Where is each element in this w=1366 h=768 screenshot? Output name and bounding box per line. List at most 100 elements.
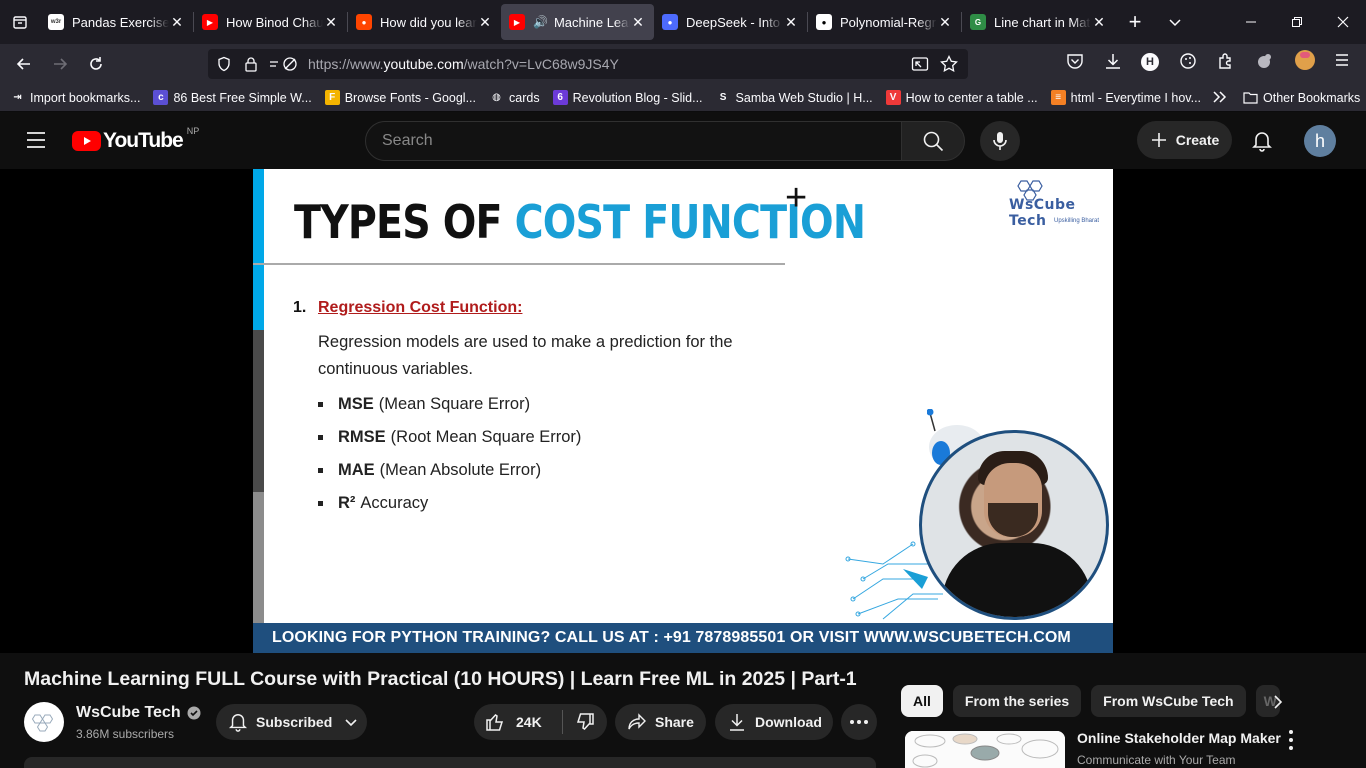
downloads-icon[interactable]	[1104, 52, 1122, 75]
close-tab-icon[interactable]: ✕	[169, 14, 185, 31]
browser-tab[interactable]: w3r Pandas Exercises, P✕	[40, 4, 193, 40]
browser-tab[interactable]: ● DeepSeek - Into th✕	[654, 4, 807, 40]
subscribed-button[interactable]: Subscribed	[216, 704, 367, 740]
url-text[interactable]: https://www.youtube.com/watch?v=LvC68w9J…	[308, 56, 619, 72]
bookmark-item[interactable]: V How to center a table ...	[885, 90, 1038, 105]
reload-icon[interactable]	[78, 48, 114, 80]
close-tab-icon[interactable]: ✕	[783, 14, 799, 31]
google-fonts-icon: F	[324, 90, 340, 105]
subscriber-count: 3.86M subscribers	[76, 727, 175, 741]
recommendation-thumbnail[interactable]	[905, 731, 1065, 768]
browser-tab[interactable]: ▶ 🔊 Machine Learn✕	[501, 4, 654, 40]
speaker-audio-icon[interactable]: 🔊	[533, 15, 548, 29]
create-button[interactable]: Create	[1137, 121, 1232, 159]
back-arrow-icon[interactable]	[6, 48, 42, 80]
close-tab-icon[interactable]: ✕	[323, 14, 339, 31]
recommendation-more-icon[interactable]	[1282, 728, 1300, 752]
extensions-puzzle-icon[interactable]	[1217, 52, 1235, 75]
share-button[interactable]: Share	[615, 704, 706, 740]
browser-tab[interactable]: ● Polynomial-Regre ✕	[808, 4, 961, 40]
lock-icon[interactable]	[244, 56, 258, 72]
more-actions-button[interactable]	[841, 704, 877, 740]
close-tab-icon[interactable]: ✕	[630, 14, 646, 31]
share-label: Share	[655, 714, 694, 730]
tab-list-icon[interactable]	[0, 0, 40, 44]
browser-tab[interactable]: ● How did you learn ✕	[348, 4, 501, 40]
notifications-bell-icon[interactable]	[1246, 125, 1278, 157]
search-button[interactable]	[901, 121, 965, 161]
chips-next-arrow-icon[interactable]	[1262, 686, 1294, 718]
restore-window-icon[interactable]	[1274, 0, 1320, 44]
section-heading: Regression Cost Function:	[318, 299, 523, 316]
title-underline	[253, 263, 785, 265]
youtube-logo[interactable]: YouTube NP	[72, 126, 199, 153]
dislike-button[interactable]	[563, 712, 607, 732]
item-acronym: MSE	[338, 395, 374, 413]
filter-chip[interactable]: All	[901, 685, 943, 717]
tab-title: Machine Learn	[553, 14, 630, 30]
vivaldi-icon: V	[885, 90, 901, 105]
bookmark-item[interactable]: ≡ html - Everytime I hov...	[1050, 90, 1201, 105]
tracking-shield-icon[interactable]	[216, 56, 232, 72]
other-bookmarks-label: Other Bookmarks	[1263, 90, 1361, 105]
close-tab-icon[interactable]: ✕	[477, 14, 493, 31]
app-menu-icon[interactable]	[1334, 52, 1350, 73]
h-extension-icon[interactable]: H	[1141, 53, 1159, 71]
addon-icon[interactable]	[1255, 52, 1273, 75]
bookmark-item[interactable]: S Samba Web Studio | H...	[716, 90, 873, 105]
forward-arrow-icon[interactable]	[42, 48, 78, 80]
list-all-tabs-icon[interactable]	[1155, 15, 1195, 29]
picture-in-picture-icon[interactable]	[911, 56, 929, 72]
video-frame-slide[interactable]: TYPES OF COST FUNCTION + WsCube Tech Ups…	[253, 169, 1113, 653]
pocket-icon[interactable]	[1066, 52, 1084, 75]
bookmark-star-icon[interactable]	[940, 55, 958, 73]
close-tab-icon[interactable]: ✕	[1091, 14, 1107, 31]
bookmark-item[interactable]: F Browse Fonts - Googl...	[324, 90, 476, 105]
channel-avatar[interactable]	[24, 702, 64, 742]
bookmark-item[interactable]: c 86 Best Free Simple W...	[153, 90, 312, 105]
filter-chip[interactable]: From WsCube Tech	[1091, 685, 1246, 717]
deepseek-icon: ●	[662, 14, 678, 30]
browser-tab[interactable]: G Line chart in Matp ✕	[962, 4, 1115, 40]
cookie-extension-icon[interactable]	[1179, 52, 1197, 75]
account-avatar[interactable]: h	[1304, 125, 1336, 157]
more-bookmarks-icon[interactable]	[1212, 90, 1228, 107]
verified-badge-icon	[187, 706, 201, 720]
browser-tab[interactable]: ▶ How Binod Chaudh✕	[194, 4, 347, 40]
minimize-window-icon[interactable]	[1228, 0, 1274, 44]
url-bar[interactable]: https://www.youtube.com/watch?v=LvC68w9J…	[208, 49, 968, 79]
like-dislike-group: 24K	[474, 704, 607, 740]
w3r-icon: w3r	[48, 14, 64, 30]
description-box[interactable]	[24, 757, 876, 768]
bookmark-item[interactable]: ⇥ Import bookmarks...	[10, 90, 140, 105]
bookmark-label: 86 Best Free Simple W...	[173, 90, 312, 105]
bullet-square-icon	[318, 402, 323, 407]
close-window-icon[interactable]	[1320, 0, 1366, 44]
cost-function-item: RMSE (Root Mean Square Error)	[318, 421, 581, 454]
voice-search-button[interactable]	[980, 121, 1020, 161]
recommendation-title[interactable]: Online Stakeholder Map Maker	[1077, 730, 1281, 746]
cost-function-item: MSE (Mean Square Error)	[318, 388, 581, 421]
share-arrow-icon	[628, 713, 646, 730]
bookmark-label: cards	[509, 90, 540, 105]
new-tab-button[interactable]: +	[1115, 9, 1155, 35]
bookmark-item[interactable]: ◍ cards	[489, 90, 540, 105]
reddit-icon: ●	[356, 14, 372, 30]
browser-tab-bar: w3rPandas Exercises, P✕▶How Binod Chaudh…	[0, 0, 1366, 44]
plus-decoration-icon: +	[785, 177, 808, 219]
channel-name[interactable]: WsCube Tech	[76, 704, 201, 722]
bullet-square-icon	[318, 435, 323, 440]
item-description: (Mean Absolute Error)	[379, 461, 542, 479]
other-bookmarks[interactable]: Other Bookmarks	[1243, 90, 1360, 105]
search-input[interactable]: Search	[365, 121, 902, 161]
stackoverflow-icon: ≡	[1050, 90, 1066, 105]
filter-chip[interactable]: From the series	[952, 685, 1082, 717]
download-button[interactable]: Download	[715, 704, 833, 740]
like-button[interactable]: 24K	[474, 712, 562, 732]
close-tab-icon[interactable]: ✕	[937, 14, 953, 31]
bell-icon	[228, 714, 248, 732]
hamburger-menu-icon[interactable]	[26, 131, 46, 154]
account-avatar-icon[interactable]	[1295, 50, 1315, 70]
bookmark-item[interactable]: 6 Revolution Blog - Slid...	[552, 90, 703, 105]
permissions-icon[interactable]	[268, 56, 298, 72]
